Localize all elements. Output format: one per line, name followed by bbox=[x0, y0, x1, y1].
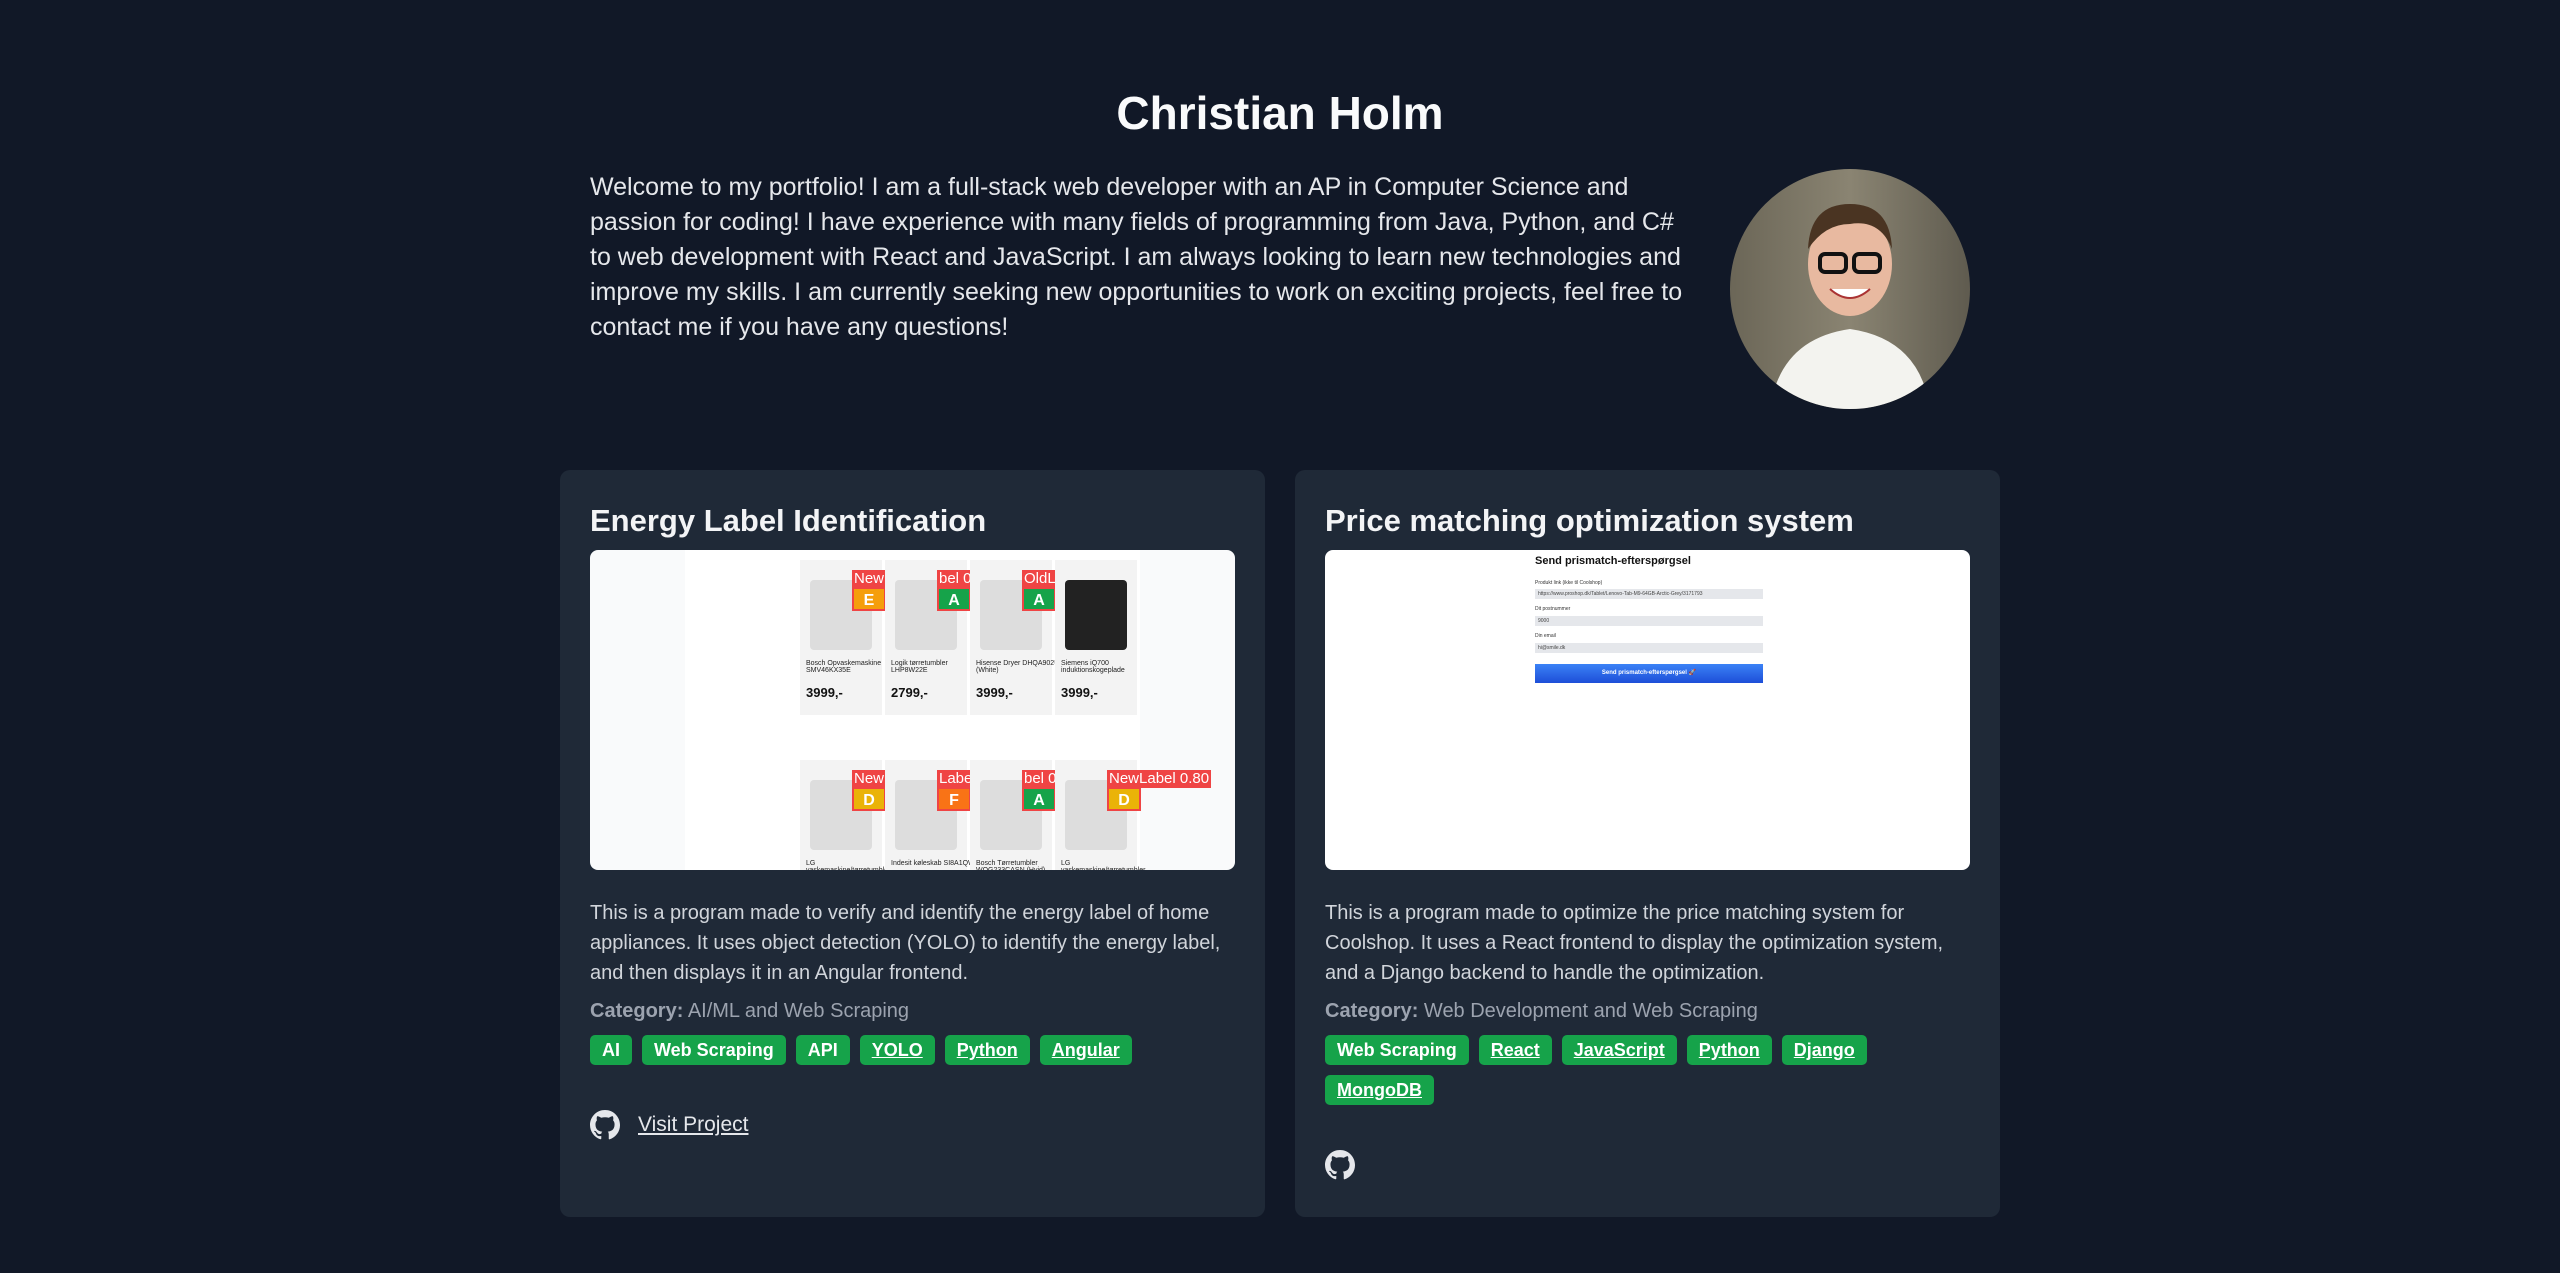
tag: Web Scraping bbox=[1325, 1035, 1469, 1065]
energy-label-badge: F bbox=[937, 787, 971, 811]
tag-list: AI Web Scraping API YOLO Python Angular bbox=[590, 1035, 1235, 1065]
project-title: Energy Label Identification bbox=[590, 503, 987, 538]
tag-link[interactable]: MongoDB bbox=[1325, 1075, 1434, 1105]
product-price: 3999,- bbox=[976, 685, 1013, 700]
tag: API bbox=[795, 1035, 850, 1065]
product-name: LG vaskemaskine/tørretumbler bbox=[806, 860, 890, 870]
product-name: Logik tørretumbler LHP8W22E bbox=[891, 660, 948, 674]
product-name: Bosch Opvaskemaskine SMV46KX35E bbox=[806, 660, 882, 674]
tag-link[interactable]: React bbox=[1478, 1035, 1552, 1065]
project-screenshot: Bosch Opvaskemaskine SMV46KX35E 3999,- E Ne… bbox=[590, 550, 1235, 870]
energy-label-badge: D bbox=[1107, 787, 1141, 811]
energy-label-badge: A bbox=[937, 587, 971, 611]
tag: AI bbox=[590, 1035, 632, 1065]
tag: Web Scraping bbox=[642, 1035, 786, 1065]
project-card-energy-label: Energy Label Identification Bosch Opvask… bbox=[560, 470, 1265, 1217]
project-title: Price matching optimization system bbox=[1325, 503, 1854, 538]
tag-link[interactable]: JavaScript bbox=[1561, 1035, 1677, 1065]
avatar bbox=[1730, 169, 1970, 409]
project-card-price-matching: Price matching optimization system Send … bbox=[1295, 470, 2000, 1217]
product-name: Siemens iQ700 induktionskogeplade bbox=[1061, 660, 1125, 674]
product-name: LG vaskemaskine/tørretumbler bbox=[1061, 860, 1145, 870]
product-name: Hisense Dryer DHQA902U (White) bbox=[976, 660, 1060, 674]
tag-link[interactable]: Python bbox=[1686, 1035, 1772, 1065]
project-category: Category: AI/ML and Web Scraping bbox=[590, 1000, 910, 1022]
github-icon[interactable] bbox=[1325, 1150, 1355, 1180]
energy-label-badge: E bbox=[852, 587, 886, 611]
project-screenshot: Send prismatch-efterspørgsel Produkt lin… bbox=[1325, 550, 1970, 870]
project-description: This is a program made to verify and ide… bbox=[590, 902, 1221, 984]
tag-link[interactable]: Django bbox=[1781, 1035, 1867, 1065]
product-price: 3999,- bbox=[806, 685, 843, 700]
product-price: 3999,- bbox=[1061, 685, 1098, 700]
product-price: 2799,- bbox=[891, 685, 928, 700]
project-category: Category: Web Development and Web Scrapi… bbox=[1325, 1000, 1758, 1022]
product-name: Indesit køleskab SI8A1QW2 bbox=[891, 860, 979, 867]
intro-text: Welcome to my portfolio! I am a full-sta… bbox=[590, 173, 1683, 341]
product-name: Bosch Tørretumbler WQG233CASN (Hvid) bbox=[976, 860, 1045, 870]
project-description: This is a program made to optimize the p… bbox=[1325, 902, 1944, 984]
product-image bbox=[1065, 580, 1127, 650]
github-icon[interactable] bbox=[590, 1110, 620, 1140]
product-tile: Siemens iQ700 induktionskogeplade 3999,- bbox=[1055, 560, 1137, 715]
tag-link[interactable]: Python bbox=[944, 1035, 1030, 1065]
page-title: Christian Holm bbox=[1116, 87, 1444, 139]
detection-label: NewLabel 0.80 bbox=[1107, 770, 1212, 788]
tag-link[interactable]: YOLO bbox=[859, 1035, 935, 1065]
visit-project-link[interactable]: Visit Project bbox=[638, 1113, 749, 1137]
tag-list: Web Scraping React JavaScript Python Dja… bbox=[1325, 1035, 1885, 1105]
energy-label-badge: A bbox=[1022, 787, 1056, 811]
energy-label-badge: A bbox=[1022, 587, 1056, 611]
tag-link[interactable]: Angular bbox=[1039, 1035, 1132, 1065]
energy-label-badge: D bbox=[852, 787, 886, 811]
